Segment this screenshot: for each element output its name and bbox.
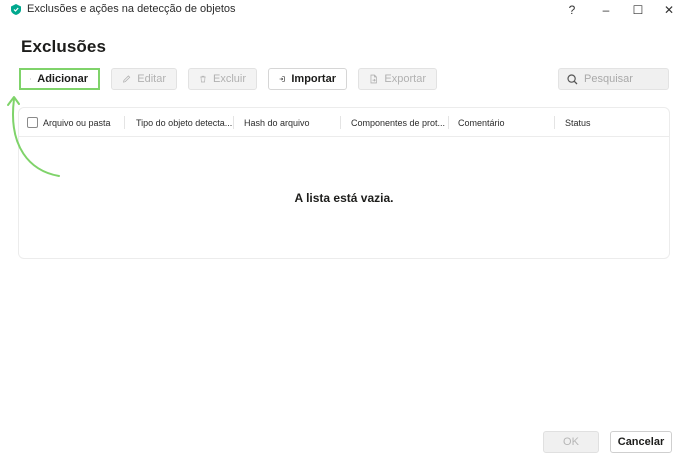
close-button[interactable]: ✕ bbox=[657, 1, 681, 19]
export-button[interactable]: Exportar bbox=[358, 68, 437, 90]
page-title: Exclusões bbox=[21, 37, 107, 56]
help-button[interactable]: ? bbox=[560, 1, 584, 19]
delete-button[interactable]: Excluir bbox=[188, 68, 257, 90]
annotation-arrow-icon bbox=[7, 96, 60, 177]
column-header-protection-components[interactable]: Componentes de prot... bbox=[351, 108, 447, 137]
column-divider[interactable] bbox=[340, 116, 341, 129]
import-button[interactable]: Importar bbox=[268, 68, 347, 90]
delete-button-label: Excluir bbox=[212, 73, 246, 85]
import-icon bbox=[279, 76, 285, 82]
import-button-label: Importar bbox=[291, 73, 336, 85]
minimize-button[interactable]: – bbox=[594, 1, 618, 19]
column-divider[interactable] bbox=[233, 116, 234, 129]
search-input[interactable] bbox=[584, 73, 664, 85]
column-divider[interactable] bbox=[124, 116, 125, 129]
empty-list-message: A lista está vazia. bbox=[294, 191, 394, 205]
column-header-file-hash[interactable]: Hash do arquivo bbox=[244, 108, 339, 137]
pencil-icon bbox=[123, 75, 131, 83]
search-icon bbox=[567, 73, 578, 84]
plus-icon bbox=[30, 78, 32, 80]
add-button-label: Adicionar bbox=[37, 73, 88, 85]
column-header-comment[interactable]: Comentário bbox=[458, 108, 553, 137]
maximize-button[interactable]: ☐ bbox=[626, 1, 650, 19]
edit-button-label: Editar bbox=[137, 73, 166, 85]
trash-icon bbox=[200, 75, 206, 83]
window-title: Exclusões e ações na detecção de objetos bbox=[27, 3, 236, 15]
table-header: Arquivo ou pasta Tipo do objeto detecta.… bbox=[19, 108, 669, 137]
search-box[interactable] bbox=[558, 68, 669, 90]
column-header-object-type[interactable]: Tipo do objeto detecta... bbox=[136, 108, 232, 137]
export-icon bbox=[370, 74, 377, 84]
column-header-status[interactable]: Status bbox=[565, 108, 660, 137]
exclusions-table: Arquivo ou pasta Tipo do objeto detecta.… bbox=[18, 107, 670, 259]
column-divider[interactable] bbox=[554, 116, 555, 129]
edit-button[interactable]: Editar bbox=[111, 68, 177, 90]
column-divider[interactable] bbox=[448, 116, 449, 129]
ok-button[interactable]: OK bbox=[543, 431, 599, 453]
export-button-label: Exportar bbox=[384, 73, 426, 85]
cancel-button[interactable]: Cancelar bbox=[610, 431, 672, 453]
title-bar: Exclusões e ações na detecção de objetos… bbox=[0, 0, 688, 20]
app-shield-icon bbox=[11, 4, 21, 15]
